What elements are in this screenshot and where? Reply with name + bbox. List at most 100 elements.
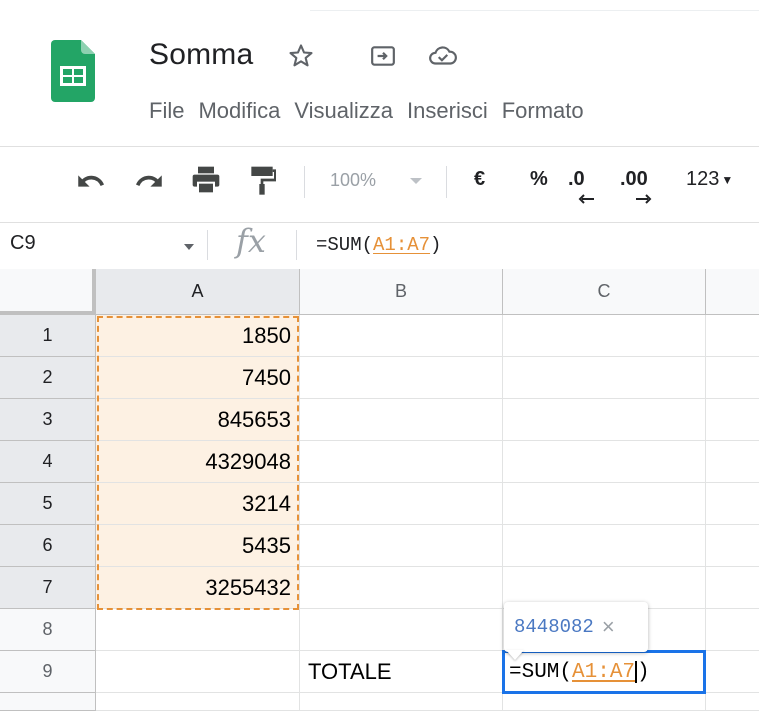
- more-formats-button[interactable]: 123 ▼: [686, 168, 733, 191]
- table-cell[interactable]: 845653: [96, 399, 300, 441]
- decrease-decimals-label: .0: [568, 168, 585, 190]
- chevron-down-icon: ▼: [721, 172, 734, 187]
- tooltip-value: 8448082: [514, 616, 594, 638]
- currency-format-button[interactable]: €: [474, 168, 485, 191]
- table-cell[interactable]: [300, 483, 503, 525]
- table-cell[interactable]: [706, 567, 759, 609]
- document-title[interactable]: Somma: [149, 38, 253, 72]
- table-cell[interactable]: [503, 399, 706, 441]
- menu-modifica[interactable]: Modifica: [198, 98, 280, 124]
- print-icon[interactable]: [190, 164, 222, 196]
- tooltip-arrow: [506, 650, 524, 660]
- arrow-left-icon: [578, 194, 594, 204]
- column-header-b[interactable]: B: [300, 269, 503, 315]
- header-divider: [0, 146, 759, 147]
- table-cell[interactable]: 1850: [96, 315, 300, 357]
- table-cell[interactable]: 3214: [96, 483, 300, 525]
- menu-bar: File Modifica Visualizza Inserisci Forma…: [149, 98, 584, 124]
- table-cell[interactable]: [503, 315, 706, 357]
- formula-separator: [296, 230, 297, 260]
- table-cell[interactable]: [706, 357, 759, 399]
- table-cell[interactable]: [706, 525, 759, 567]
- formula-prefix: =SUM(: [316, 234, 374, 256]
- undo-icon[interactable]: [74, 166, 108, 196]
- table-cell[interactable]: 3255432: [96, 567, 300, 609]
- table-cell[interactable]: [96, 651, 300, 693]
- table-cell[interactable]: [300, 441, 503, 483]
- editor-range-ref: A1:A7: [572, 660, 636, 684]
- name-box[interactable]: C9: [10, 232, 36, 255]
- fx-icon: fx: [236, 222, 266, 260]
- select-all-corner[interactable]: [0, 269, 96, 315]
- table-cell[interactable]: [503, 693, 706, 711]
- table-cell-totale[interactable]: TOTALE: [300, 651, 503, 693]
- formula-range-ref: A1:A7: [373, 234, 431, 256]
- table-cell[interactable]: [96, 609, 300, 651]
- row-header[interactable]: 4: [0, 441, 96, 483]
- formula-result-tooltip: 8448082 ×: [504, 602, 648, 652]
- formula-input[interactable]: =SUM(A1:A7): [316, 234, 441, 256]
- table-cell[interactable]: [300, 525, 503, 567]
- table-cell[interactable]: [503, 357, 706, 399]
- table-cell[interactable]: 7450: [96, 357, 300, 399]
- row-header[interactable]: 7: [0, 567, 96, 609]
- formula-suffix: ): [430, 234, 442, 256]
- zoom-select[interactable]: 100%: [330, 170, 376, 191]
- table-cell[interactable]: [706, 651, 759, 693]
- menu-file[interactable]: File: [149, 98, 184, 124]
- close-icon[interactable]: ×: [602, 614, 615, 640]
- top-strip: [0, 0, 759, 22]
- table-cell[interactable]: [300, 609, 503, 651]
- row-header[interactable]: 1: [0, 315, 96, 357]
- row-header[interactable]: [0, 693, 96, 711]
- table-cell[interactable]: 4329048: [96, 441, 300, 483]
- table-cell[interactable]: [503, 483, 706, 525]
- more-formats-label: 123: [686, 168, 720, 190]
- row-header[interactable]: 5: [0, 483, 96, 525]
- menu-formato[interactable]: Formato: [502, 98, 584, 124]
- table-cell[interactable]: [300, 567, 503, 609]
- table-cell[interactable]: [706, 399, 759, 441]
- row-header[interactable]: 3: [0, 399, 96, 441]
- table-cell[interactable]: [96, 693, 300, 711]
- table-cell[interactable]: [300, 315, 503, 357]
- toolbar-separator: [446, 166, 447, 198]
- table-cell[interactable]: 5435: [96, 525, 300, 567]
- percent-format-button[interactable]: %: [530, 168, 548, 191]
- table-cell[interactable]: [503, 441, 706, 483]
- table-cell[interactable]: [706, 315, 759, 357]
- column-header-d[interactable]: [706, 269, 759, 315]
- table-cell[interactable]: [300, 399, 503, 441]
- zoom-chevron-down-icon[interactable]: [410, 178, 422, 184]
- editor-suffix: ): [637, 660, 650, 684]
- decrease-decimals-button[interactable]: .0: [568, 168, 594, 204]
- table-cell[interactable]: [300, 693, 503, 711]
- cloud-saved-icon[interactable]: [428, 44, 458, 68]
- column-header-a[interactable]: A: [96, 269, 300, 315]
- move-to-folder-icon[interactable]: [370, 44, 396, 68]
- table-cell[interactable]: [503, 525, 706, 567]
- table-cell[interactable]: [706, 441, 759, 483]
- row-header[interactable]: 8: [0, 609, 96, 651]
- menu-inserisci[interactable]: Inserisci: [407, 98, 488, 124]
- table-cell[interactable]: [300, 357, 503, 399]
- row-header[interactable]: 2: [0, 357, 96, 399]
- table-cell[interactable]: [706, 693, 759, 711]
- increase-decimals-label: .00: [620, 168, 648, 190]
- name-box-chevron-down-icon[interactable]: [184, 244, 194, 250]
- column-header-c[interactable]: C: [503, 269, 706, 315]
- toolbar-separator: [304, 166, 305, 198]
- active-cell-editor[interactable]: =SUM(A1:A7): [502, 650, 706, 694]
- sheets-logo-icon[interactable]: [51, 40, 95, 102]
- row-header[interactable]: 6: [0, 525, 96, 567]
- row-header[interactable]: 9: [0, 651, 96, 693]
- table-cell[interactable]: [706, 483, 759, 525]
- redo-icon[interactable]: [132, 166, 166, 196]
- paint-format-icon[interactable]: [248, 164, 276, 196]
- formula-separator: [207, 230, 208, 260]
- table-cell[interactable]: [706, 609, 759, 651]
- menu-visualizza[interactable]: Visualizza: [294, 98, 393, 124]
- star-icon[interactable]: [287, 42, 315, 70]
- increase-decimals-button[interactable]: .00: [620, 168, 652, 204]
- arrow-right-icon: [636, 194, 652, 204]
